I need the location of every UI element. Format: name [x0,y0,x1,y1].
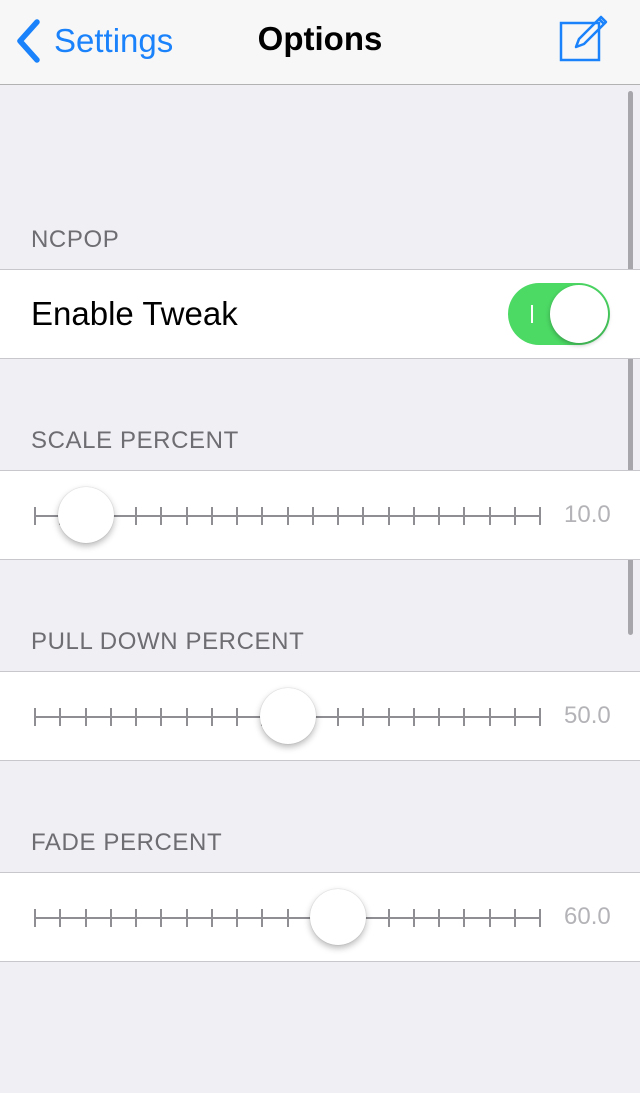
enable-tweak-label: Enable Tweak [31,295,238,332]
pull-down-percent-row: 50.0 [0,671,640,761]
slider-tick [59,708,62,726]
slider-tick [286,507,289,525]
slider-tick [362,507,365,525]
slider-tick [236,507,238,525]
slider-tick [463,708,466,726]
slider-tick [412,909,415,927]
slider-tick [438,507,440,525]
slider-tick [210,507,213,525]
enable-tweak-row: Enable Tweak [0,269,640,359]
toggle-knob[interactable] [550,285,608,343]
section-header-scale-percent: SCALE PERCENT [31,427,239,454]
slider-thumb[interactable] [57,487,114,543]
slider-tick [488,708,491,726]
page-title: Options [257,20,383,57]
slider-tick [539,507,541,525]
slider-tick [84,909,87,927]
slider-thumb[interactable] [259,688,316,744]
navigation-bar: Settings Options [0,0,640,85]
slider-tick [286,909,289,927]
slider-tick [34,507,36,525]
toggle-on-mark [531,305,533,323]
slider-tick [412,507,415,525]
slider-tick [261,909,264,927]
fade-percent-slider[interactable] [0,873,640,961]
slider-thumb[interactable] [310,889,366,945]
scale-percent-slider[interactable] [0,471,640,559]
slider-tick [185,507,188,525]
slider-tick [135,507,137,525]
slider-tick [463,909,466,927]
pull-down-percent-value: 50.0 [564,702,610,729]
fade-percent-value: 60.0 [564,903,610,930]
slider-tick [210,708,213,726]
slider-tick [438,708,440,726]
slider-tick [109,909,112,927]
slider-tick [513,909,516,927]
slider-tick [539,909,541,927]
section-header-fade-percent: FADE PERCENT [31,829,223,856]
slider-tick [438,909,440,927]
slider-tick [387,708,390,726]
slider-tick [337,708,339,726]
scale-percent-row: 10.0 [0,470,640,560]
slider-tick [34,708,36,726]
slider-tick [210,909,213,927]
slider-tick [261,507,264,525]
slider-tick [311,507,314,525]
slider-tick [185,708,188,726]
slider-tick [362,708,365,726]
slider-tick [160,507,163,525]
scale-percent-value: 10.0 [564,501,610,528]
slider-tick [135,708,137,726]
slider-tick [84,708,87,726]
slider-tick [412,708,415,726]
slider-tick [463,507,466,525]
fade-percent-row: 60.0 [0,872,640,962]
slider-tick [488,909,491,927]
slider-tick [387,507,390,525]
slider-tick [59,909,62,927]
slider-tick [337,507,339,525]
section-header-ncpop: NCPOP [31,226,120,253]
slider-tick [387,909,390,927]
slider-tick [513,507,516,525]
compose-icon[interactable] [558,14,612,64]
slider-tick [160,708,163,726]
slider-tick [160,909,163,927]
slider-tick [34,909,36,927]
slider-tick [135,909,137,927]
enable-tweak-toggle[interactable] [508,283,610,345]
pull-down-percent-slider[interactable] [0,672,640,760]
slider-tick [488,507,491,525]
slider-tick [236,708,238,726]
slider-tick [539,708,541,726]
slider-tick [513,708,516,726]
slider-tick [109,708,112,726]
slider-tick [236,909,238,927]
slider-tick [185,909,188,927]
section-header-pull-down-percent: PULL DOWN PERCENT [31,628,305,655]
